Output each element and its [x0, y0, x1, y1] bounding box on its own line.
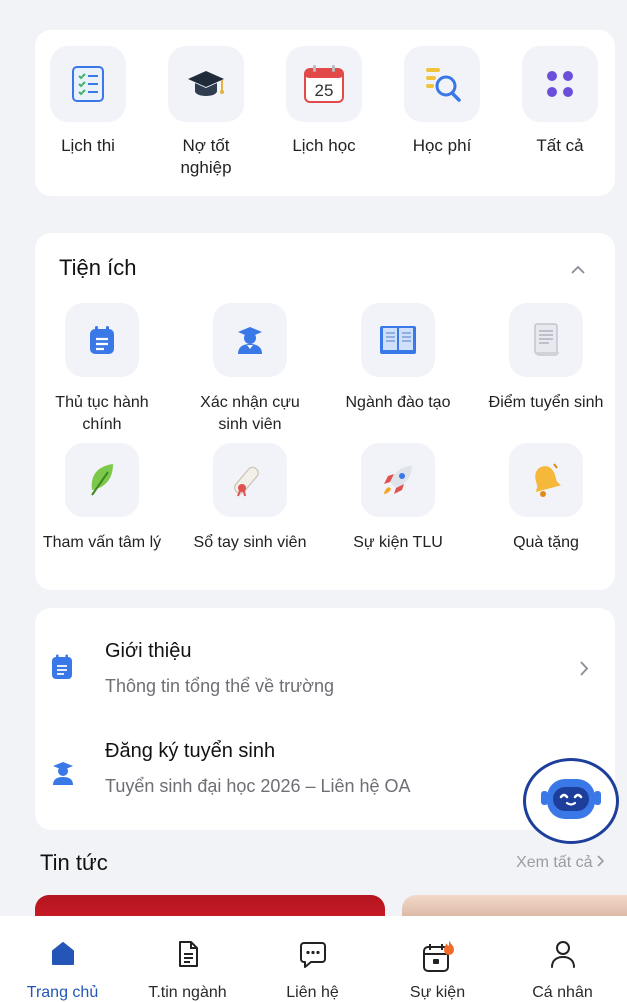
utilities-title: Tiện ích [59, 255, 137, 280]
calendar-icon: 25 [286, 46, 362, 122]
document-scroll-icon [509, 303, 583, 377]
quick-access-tat-ca[interactable]: Tất cả [515, 46, 605, 157]
chevron-right-icon [597, 854, 605, 871]
quick-access-label: Nợ tốt nghiệp [180, 136, 232, 177]
utility-label: Sổ tay sinh viên [193, 534, 307, 551]
document-icon [176, 940, 200, 973]
document-search-icon [404, 46, 480, 122]
chatbot-button[interactable] [523, 758, 619, 844]
quick-access-label: Tất cả [536, 136, 584, 155]
utility-so-tay-sinh-vien[interactable]: Sổ tay sinh viên [185, 443, 315, 554]
admission-subtitle: Tuyển sinh đại học 2026 – Liên hệ OA [105, 776, 411, 796]
see-all-label: Xem tất cả [516, 854, 593, 871]
quick-access-lich-thi[interactable]: Lịch thi [43, 46, 133, 157]
chat-bubble-icon [299, 940, 327, 973]
tab-label: T.tin ngành [148, 984, 227, 1001]
utilities-card: Tiện ích Thủ tục hành chính Xác nhận cựu… [35, 233, 615, 590]
utility-nganh-dao-tao[interactable]: Ngành đào tạo [333, 303, 463, 414]
intro-title: Giới thiệu [105, 640, 192, 662]
graduate-person-icon [51, 760, 75, 786]
checklist-icon [50, 46, 126, 122]
bell-icon [509, 443, 583, 517]
utility-label: Ngành đào tạo [345, 394, 451, 411]
utility-qua-tang[interactable]: Quà tặng [481, 443, 611, 554]
intro-row[interactable]: Giới thiệu Thông tin tổng thể về trường [35, 608, 615, 708]
news-title: Tin tức [40, 850, 108, 875]
quick-access-label: Lịch thi [61, 136, 115, 155]
tab-label: Cá nhân [532, 984, 593, 1001]
quick-access-hoc-phi[interactable]: Học phí [397, 46, 487, 157]
robot-icon [539, 775, 603, 828]
home-icon [50, 940, 76, 971]
quick-access-lich-hoc[interactable]: 25 Lịch học [279, 46, 369, 157]
utility-label: Tham vấn tâm lý [42, 534, 162, 551]
intro-subtitle: Thông tin tổng thể về trường [105, 676, 334, 696]
chevron-up-icon[interactable] [571, 261, 585, 277]
tab-label: Liên hệ [286, 984, 339, 1001]
tab-ca-nhan[interactable]: Cá nhân [500, 916, 625, 1002]
grid-dots-icon [522, 46, 598, 122]
tab-su-kien[interactable]: Sự kiện [375, 916, 500, 1002]
diploma-scroll-icon [213, 443, 287, 517]
tab-lien-he[interactable]: Liên hệ [250, 916, 375, 1002]
utility-label: Xác nhận cựu sinh viên [200, 394, 300, 433]
bottom-tab-bar: Trang chủ T.tin ngành Liên hệ Sự kiện Cá… [0, 916, 627, 1002]
news-see-all-link[interactable]: Xem tất cả [516, 854, 605, 872]
rocket-icon [361, 443, 435, 517]
utility-su-kien-tlu[interactable]: Sự kiện TLU [333, 443, 463, 554]
tab-label: Trang chủ [26, 984, 99, 1001]
utility-label: Thủ tục hành chính [55, 394, 149, 433]
leaf-icon [65, 443, 139, 517]
tab-trang-chu[interactable]: Trang chủ [0, 916, 125, 1002]
quick-access-label: Học phí [412, 136, 472, 155]
clipboard-icon [65, 303, 139, 377]
calendar-fire-icon [420, 940, 456, 979]
tab-label: Sự kiện [409, 984, 466, 1001]
tab-t-tin-nganh[interactable]: T.tin ngành [125, 916, 250, 1002]
utility-diem-tuyen-sinh[interactable]: Điểm tuyển sinh [481, 303, 611, 414]
person-icon [550, 940, 576, 973]
quick-access-label: Lịch học [292, 136, 356, 155]
utility-label: Quà tặng [513, 534, 579, 551]
open-book-icon [361, 303, 435, 377]
graduation-cap-icon [168, 46, 244, 122]
graduate-person-icon [213, 303, 287, 377]
utility-label: Sự kiện TLU [353, 534, 443, 551]
admission-title: Đăng ký tuyển sinh [105, 740, 276, 762]
utility-label: Điểm tuyển sinh [488, 394, 604, 411]
chevron-right-icon [580, 660, 589, 681]
calendar-day: 25 [315, 81, 334, 100]
quick-access-no-tot-nghiep[interactable]: Nợ tốt nghiệp [161, 46, 251, 179]
utility-thu-tuc-hanh-chinh[interactable]: Thủ tục hành chính [37, 303, 167, 436]
clipboard-icon [51, 654, 75, 680]
utility-tham-van-tam-ly[interactable]: Tham vấn tâm lý [37, 443, 167, 554]
utility-xac-nhan-cuu-sinh-vien[interactable]: Xác nhận cựu sinh viên [185, 303, 315, 436]
quick-access-card: Lịch thi Nợ tốt nghiệp 25 Lịch học Học p… [35, 30, 615, 196]
